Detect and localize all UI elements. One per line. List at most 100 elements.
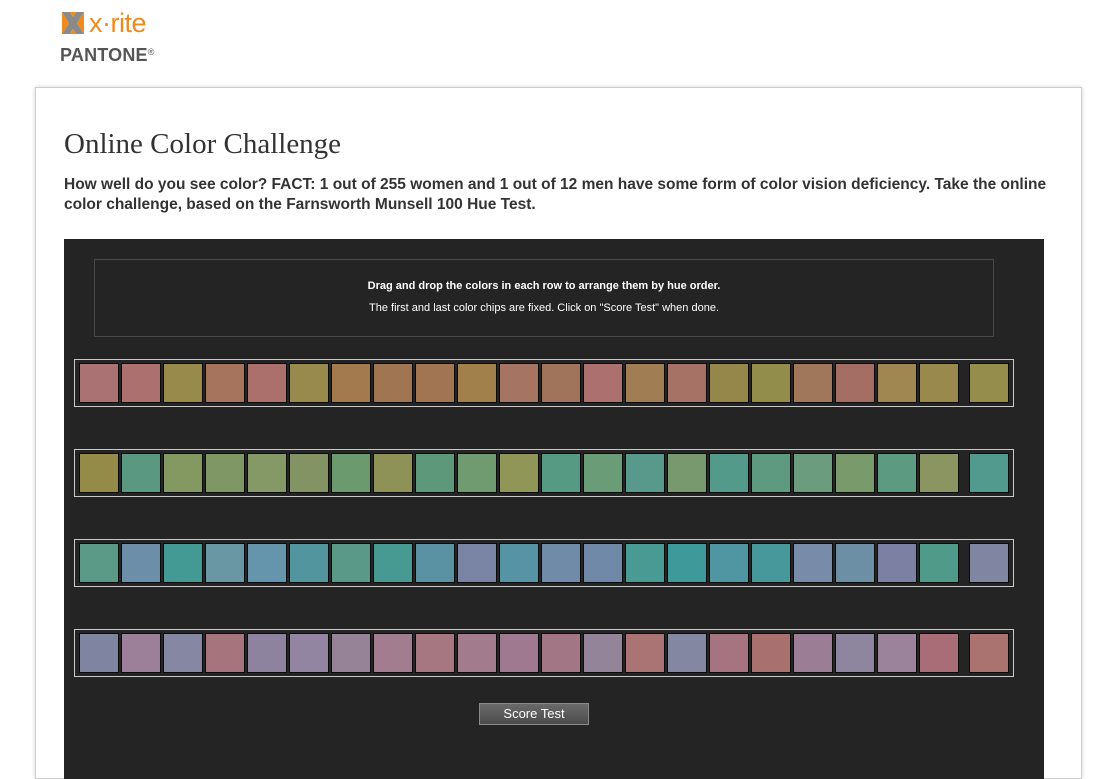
color-chip[interactable] (541, 543, 581, 583)
color-chip[interactable] (751, 633, 791, 673)
color-chip[interactable] (877, 633, 917, 673)
color-chip[interactable] (835, 363, 875, 403)
hue-row-4 (74, 629, 1014, 677)
color-chip[interactable] (457, 633, 497, 673)
color-chip[interactable] (205, 453, 245, 493)
challenge-card: Online Color Challenge How well do you s… (35, 87, 1082, 779)
color-chip[interactable] (499, 453, 539, 493)
color-chip[interactable] (289, 453, 329, 493)
color-chip[interactable] (499, 633, 539, 673)
color-chip[interactable] (163, 363, 203, 403)
brand-name: x·rite (89, 8, 147, 38)
color-chip[interactable] (541, 633, 581, 673)
color-chip[interactable] (709, 363, 749, 403)
color-chip[interactable] (793, 453, 833, 493)
color-chip[interactable] (289, 363, 329, 403)
fixed-color-chip (969, 363, 1009, 403)
color-chip[interactable] (373, 453, 413, 493)
color-chip[interactable] (121, 633, 161, 673)
color-chip[interactable] (625, 453, 665, 493)
color-chip[interactable] (583, 363, 623, 403)
color-chip[interactable] (835, 543, 875, 583)
color-chip[interactable] (919, 633, 959, 673)
color-chip[interactable] (793, 363, 833, 403)
color-chip[interactable] (751, 543, 791, 583)
color-chip[interactable] (709, 543, 749, 583)
color-chip[interactable] (751, 363, 791, 403)
instructions-box: Drag and drop the colors in each row to … (94, 259, 994, 337)
color-test-panel: Drag and drop the colors in each row to … (64, 239, 1044, 779)
color-chip[interactable] (247, 363, 287, 403)
color-chip[interactable] (919, 543, 959, 583)
fixed-color-chip (79, 633, 119, 673)
score-test-button[interactable]: Score Test (479, 703, 589, 725)
color-chip[interactable] (541, 363, 581, 403)
color-chip[interactable] (919, 363, 959, 403)
color-chip[interactable] (793, 543, 833, 583)
color-chip[interactable] (667, 453, 707, 493)
instruction-primary: Drag and drop the colors in each row to … (367, 280, 721, 292)
color-chip[interactable] (247, 453, 287, 493)
fixed-color-chip (969, 543, 1009, 583)
fixed-color-chip (969, 453, 1009, 493)
color-chip[interactable] (709, 633, 749, 673)
color-chip[interactable] (163, 543, 203, 583)
color-chip[interactable] (625, 543, 665, 583)
color-chip[interactable] (835, 633, 875, 673)
color-chip[interactable] (247, 543, 287, 583)
color-chip[interactable] (289, 633, 329, 673)
color-chip[interactable] (877, 363, 917, 403)
color-chip[interactable] (583, 633, 623, 673)
color-chip[interactable] (499, 363, 539, 403)
color-chip[interactable] (835, 453, 875, 493)
color-chip[interactable] (709, 453, 749, 493)
hue-row-2 (74, 449, 1014, 497)
color-chip[interactable] (121, 543, 161, 583)
color-chip[interactable] (583, 543, 623, 583)
fixed-color-chip (79, 363, 119, 403)
color-chip[interactable] (415, 633, 455, 673)
color-chip[interactable] (415, 363, 455, 403)
color-chip[interactable] (667, 363, 707, 403)
color-chip[interactable] (541, 453, 581, 493)
color-chip[interactable] (667, 543, 707, 583)
color-chip[interactable] (373, 363, 413, 403)
color-chip[interactable] (499, 543, 539, 583)
color-chip[interactable] (751, 453, 791, 493)
color-chip[interactable] (625, 633, 665, 673)
color-chip[interactable] (205, 363, 245, 403)
color-chip[interactable] (289, 543, 329, 583)
color-chip[interactable] (163, 453, 203, 493)
color-chip[interactable] (373, 633, 413, 673)
color-chip[interactable] (331, 543, 371, 583)
color-chip[interactable] (331, 453, 371, 493)
color-chip[interactable] (877, 543, 917, 583)
intro-text: How well do you see color? FACT: 1 out o… (64, 176, 1047, 213)
color-chip[interactable] (667, 633, 707, 673)
color-chip[interactable] (163, 633, 203, 673)
color-chip[interactable] (205, 633, 245, 673)
registered-mark: ® (147, 47, 155, 57)
color-chip[interactable] (121, 453, 161, 493)
color-chip[interactable] (457, 363, 497, 403)
color-chip[interactable] (415, 543, 455, 583)
color-chip[interactable] (919, 453, 959, 493)
color-chip[interactable] (457, 453, 497, 493)
color-chip[interactable] (415, 453, 455, 493)
color-chip[interactable] (373, 543, 413, 583)
color-chip[interactable] (583, 453, 623, 493)
xrite-logo: x·rite (60, 8, 155, 38)
color-chip[interactable] (625, 363, 665, 403)
color-chip[interactable] (457, 543, 497, 583)
color-chip[interactable] (331, 633, 371, 673)
color-chip[interactable] (121, 363, 161, 403)
color-chip[interactable] (877, 453, 917, 493)
page-title: Online Color Challenge (64, 128, 342, 160)
color-chip[interactable] (793, 633, 833, 673)
color-chip[interactable] (247, 633, 287, 673)
pantone-logo: PANTONE® (60, 45, 155, 66)
color-chip[interactable] (331, 363, 371, 403)
fixed-color-chip (79, 543, 119, 583)
brand-sub: PANTONE (60, 45, 148, 65)
color-chip[interactable] (205, 543, 245, 583)
